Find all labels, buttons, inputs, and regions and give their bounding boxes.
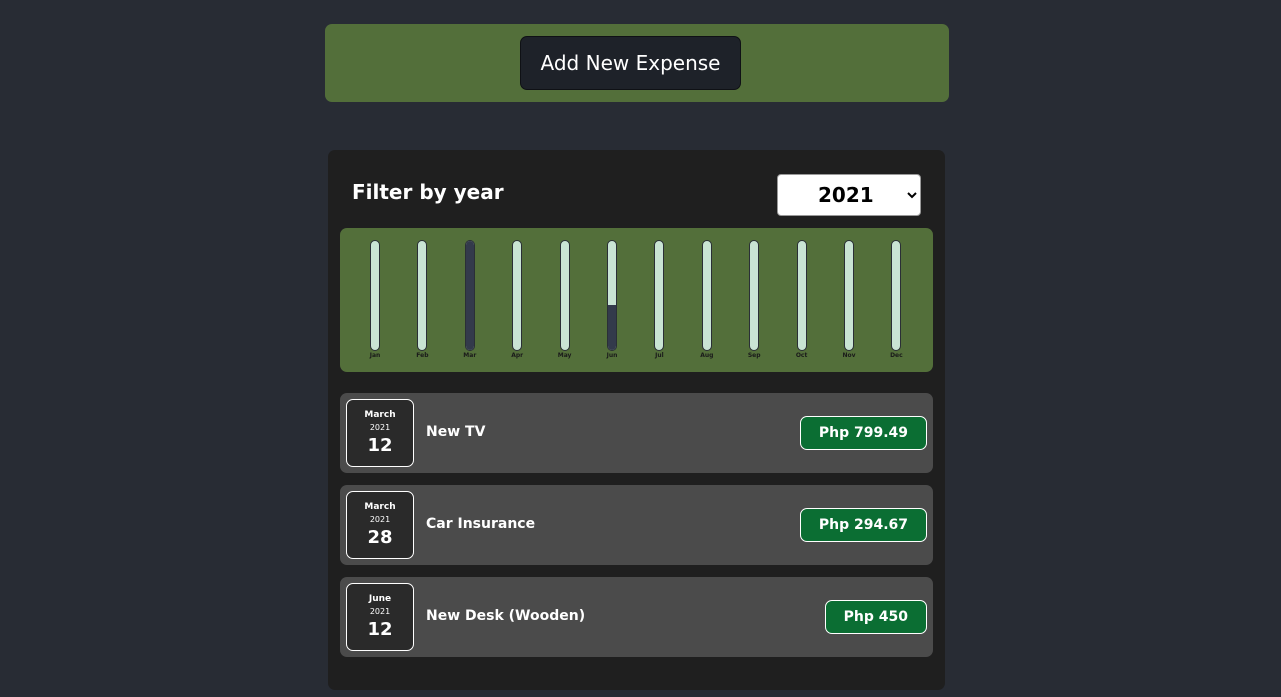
expense-date-year: 2021	[369, 423, 391, 432]
chart-bar-sep: Sep	[735, 228, 773, 372]
chart-bar-track	[559, 240, 570, 351]
expense-date-month: March	[364, 502, 396, 512]
expense-item: March 2021 28 Car Insurance Php 294.67	[340, 485, 933, 565]
chart-bar-may: May	[546, 228, 584, 372]
chart-bar-aug: Aug	[688, 228, 726, 372]
expense-title: Car Insurance	[426, 516, 536, 532]
chart-bar-track	[749, 240, 760, 351]
chart-bar-oct: Oct	[783, 228, 821, 372]
chart-bar-jan: Jan	[356, 228, 394, 372]
chart-bar-label: Sep	[747, 352, 761, 359]
chart-bar-fill	[465, 241, 474, 350]
chart-bar-mar: Mar	[451, 228, 489, 372]
add-new-expense-button[interactable]: Add New Expense	[520, 36, 741, 90]
expense-date-year: 2021	[369, 515, 391, 524]
chart-bar-feb: Feb	[403, 228, 441, 372]
chart-bar-track	[417, 240, 428, 351]
chart-bar-dec: Dec	[877, 228, 915, 372]
expenses-chart: Jan Feb Mar Apr May Jun Jul Aug Sep Oct Nov Dec	[340, 228, 933, 372]
expense-date-month: March	[364, 410, 396, 420]
expense-date-day: 12	[367, 435, 393, 456]
expense-item: March 2021 12 New TV Php 799.49	[340, 393, 933, 473]
chart-bar-label: Feb	[416, 352, 429, 359]
chart-bar-track	[654, 240, 665, 351]
chart-bar-label: Jun	[606, 352, 618, 359]
expense-date-month: June	[368, 594, 392, 604]
chart-bar-track	[891, 240, 902, 351]
chart-bar-nov: Nov	[830, 228, 868, 372]
expense-title: New Desk (Wooden)	[426, 608, 586, 624]
filter-label: Filter by year	[352, 180, 504, 204]
chart-bar-label: Apr	[511, 352, 524, 359]
expense-item: June 2021 12 New Desk (Wooden) Php 450	[340, 577, 933, 657]
chart-bar-track	[512, 240, 523, 351]
expense-amount: Php 450	[824, 600, 927, 634]
chart-bar-track	[796, 240, 807, 351]
chart-bar-track	[844, 240, 854, 351]
expense-amount: Php 799.49	[799, 416, 927, 450]
new-expense-panel: Add New Expense	[325, 24, 949, 102]
chart-bar-jul: Jul	[640, 228, 678, 372]
expense-date-day: 12	[367, 619, 393, 640]
chart-bar-label: Jul	[655, 352, 664, 359]
chart-bar-jun: Jun	[593, 228, 631, 372]
chart-bar-apr: Apr	[498, 228, 536, 372]
year-filter-select[interactable]: 2021	[777, 174, 921, 216]
chart-bar-label: Oct	[795, 352, 808, 359]
expense-title: New TV	[426, 424, 486, 440]
chart-bar-track	[370, 240, 380, 351]
expense-date: March 2021 28	[346, 491, 414, 559]
chart-bar-label: Nov	[842, 352, 856, 359]
chart-bar-track	[701, 240, 712, 351]
chart-bar-fill	[608, 305, 616, 350]
expense-date-day: 28	[367, 527, 393, 548]
expense-date: June 2021 12	[346, 583, 414, 651]
chart-bar-label: May	[557, 352, 572, 359]
expense-date: March 2021 12	[346, 399, 414, 467]
expenses-card: Filter by year 2021 Jan Feb Mar Apr May Jun Ju…	[328, 150, 945, 690]
chart-bar-track	[464, 240, 475, 351]
expense-date-year: 2021	[369, 607, 391, 616]
chart-bar-label: Aug	[700, 352, 714, 359]
expense-amount: Php 294.67	[799, 508, 927, 542]
chart-bar-label: Dec	[890, 352, 903, 359]
chart-bar-label: Mar	[463, 352, 477, 359]
chart-bar-label: Jan	[369, 352, 381, 359]
chart-bar-track	[607, 240, 617, 351]
